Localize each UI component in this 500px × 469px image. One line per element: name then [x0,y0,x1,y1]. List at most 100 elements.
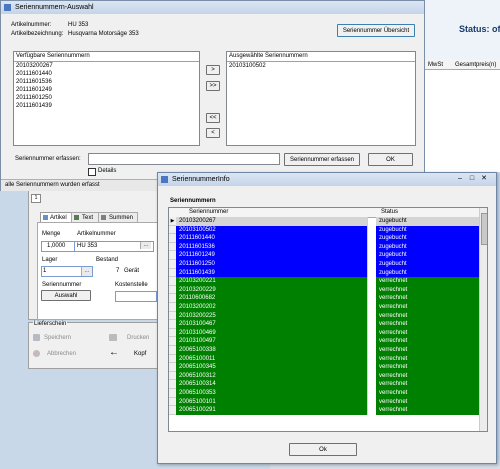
warehouse-lookup-button[interactable]: ... [81,267,92,276]
save-button[interactable]: Speichern [32,333,72,344]
available-serial-item[interactable]: 20103200267 [14,62,199,70]
row-header[interactable] [169,234,176,243]
table-row[interactable]: 20065100011 verrechnet [169,354,479,364]
available-serial-item[interactable]: 20111601249 [14,86,199,94]
article-lookup-button[interactable]: ... [140,242,151,249]
serial-cell: 20065100353 [176,389,368,398]
available-serials-list[interactable]: Verfügbare Seriennummern 20103200267 2011… [13,51,200,146]
close-icon[interactable]: ✕ [479,175,489,183]
row-header[interactable] [169,406,176,415]
serials-grid[interactable]: Seriennummer Status ▶ 20103200267 zugebuch… [168,207,488,432]
table-row[interactable]: 20111601250 zugebucht [169,260,479,269]
row-header[interactable] [169,260,176,269]
row-header[interactable] [169,337,176,346]
row-header[interactable] [169,251,176,260]
serial-entry-button[interactable]: Seriennummer erfassen [284,153,360,166]
row-header[interactable] [169,363,176,372]
available-serial-item[interactable]: 20111601536 [14,78,199,86]
serial-overview-button[interactable]: Seriennummer Übersicht [337,24,415,37]
move-one-left-button[interactable]: < [206,128,220,138]
row-header[interactable] [169,320,176,329]
warehouse-field[interactable]: 1 ... [41,266,93,277]
maximize-button[interactable]: □ [467,175,477,183]
info-ok-button[interactable]: Ok [289,443,357,456]
row-header[interactable]: ▶ [169,217,176,226]
table-row[interactable]: 20065100312 verrechnet [169,371,479,381]
details-checkbox[interactable] [88,168,96,176]
scrollbar-thumb[interactable] [481,213,487,245]
table-row[interactable]: 20103100497 verrechnet [169,337,479,346]
table-row[interactable]: 20103200221 verrechnet [169,277,479,286]
cancel-icon [33,350,40,357]
table-row[interactable]: 20065100338 verrechnet [169,346,479,355]
available-serial-item[interactable]: 20111601250 [14,94,199,102]
table-row[interactable]: 20110600682 verrechnet [169,294,479,303]
selection-button[interactable]: Auswahl [41,290,91,301]
table-row[interactable]: 20111601439 zugebucht [169,268,479,278]
selected-serials-list[interactable]: Ausgewählte Seriennummern 20103100502 [226,51,416,146]
table-row[interactable]: 20111601440 zugebucht [169,234,479,243]
print-button[interactable]: Drucken [108,333,158,344]
minimize-button[interactable]: – [455,175,465,183]
status-cell: verrechnet [376,363,479,372]
table-row[interactable]: 20065100345 verrechnet [169,363,479,372]
delivery-group-title: Lieferschein [33,321,68,327]
table-row[interactable]: 20103100467 verrechnet [169,320,479,329]
status-cell: zugebucht [376,242,479,252]
row-header[interactable] [169,371,176,381]
table-row[interactable]: 20111601249 zugebucht [169,251,479,260]
summen-tab-icon [101,215,106,220]
status-cell: zugebucht [376,217,479,226]
warehouse-label: Lager [42,257,58,263]
available-serial-item[interactable]: 20111601439 [14,102,199,110]
table-row[interactable]: 20111601536 zugebucht [169,242,479,252]
cost-center-field[interactable] [115,291,157,302]
row-header[interactable] [169,328,176,338]
table-row[interactable]: 20103200225 verrechnet [169,311,479,321]
table-row[interactable]: 20065100101 verrechnet [169,397,479,407]
row-header[interactable] [169,397,176,407]
available-serial-item[interactable]: 20111601440 [14,70,199,78]
selected-serial-item[interactable]: 20103100502 [227,62,415,70]
info-dialog-title: SeriennummerInfo [172,176,230,183]
serial-cell: 20111601440 [176,234,368,243]
column-header-serial: Seriennummer [189,209,229,215]
table-row[interactable]: 20103100502 zugebucht [169,225,479,235]
table-row[interactable]: 20065100353 verrechnet [169,389,479,398]
table-row[interactable]: ▶ 20103200267 zugebucht [169,217,479,226]
row-header[interactable] [169,380,176,389]
info-app-icon [161,176,168,183]
table-row[interactable]: 20103200202 verrechnet [169,303,479,312]
article-number-caption: Artikelnummer: [11,22,52,28]
row-header[interactable] [169,285,176,295]
status-cell: verrechnet [376,371,479,381]
serial-dialog-title: Seriennummern-Auswahl [15,4,94,11]
table-row[interactable]: 20103200229 verrechnet [169,285,479,295]
row-header[interactable] [169,354,176,364]
table-row[interactable]: 20065100291 verrechnet [169,406,479,415]
serial-cell: 20065100312 [176,371,368,381]
quantity-field[interactable]: 1,0000 [41,241,75,252]
head-button[interactable]: ← Kopf [108,347,158,360]
cancel-button[interactable]: Abbrechen [32,349,82,360]
move-all-left-button[interactable]: << [206,113,220,123]
row-header[interactable] [169,225,176,235]
row-header[interactable] [169,277,176,286]
serial-entry-input[interactable] [88,153,280,165]
row-header[interactable] [169,311,176,321]
row-header[interactable] [169,294,176,303]
move-one-right-button[interactable]: > [206,65,220,75]
table-row[interactable]: 20065100314 verrechnet [169,380,479,389]
row-header[interactable] [169,346,176,355]
serial-cell: 20103200221 [176,277,368,286]
status-cell: zugebucht [376,225,479,235]
move-all-right-button[interactable]: >> [206,81,220,91]
row-header[interactable] [169,389,176,398]
cost-center-label: Kostenstelle [115,282,148,288]
row-header[interactable] [169,242,176,252]
grid-scrollbar[interactable] [479,208,487,431]
row-header[interactable] [169,303,176,312]
row-header[interactable] [169,268,176,278]
serial-ok-button[interactable]: OK [368,153,413,166]
table-row[interactable]: 20103100469 verrechnet [169,328,479,338]
